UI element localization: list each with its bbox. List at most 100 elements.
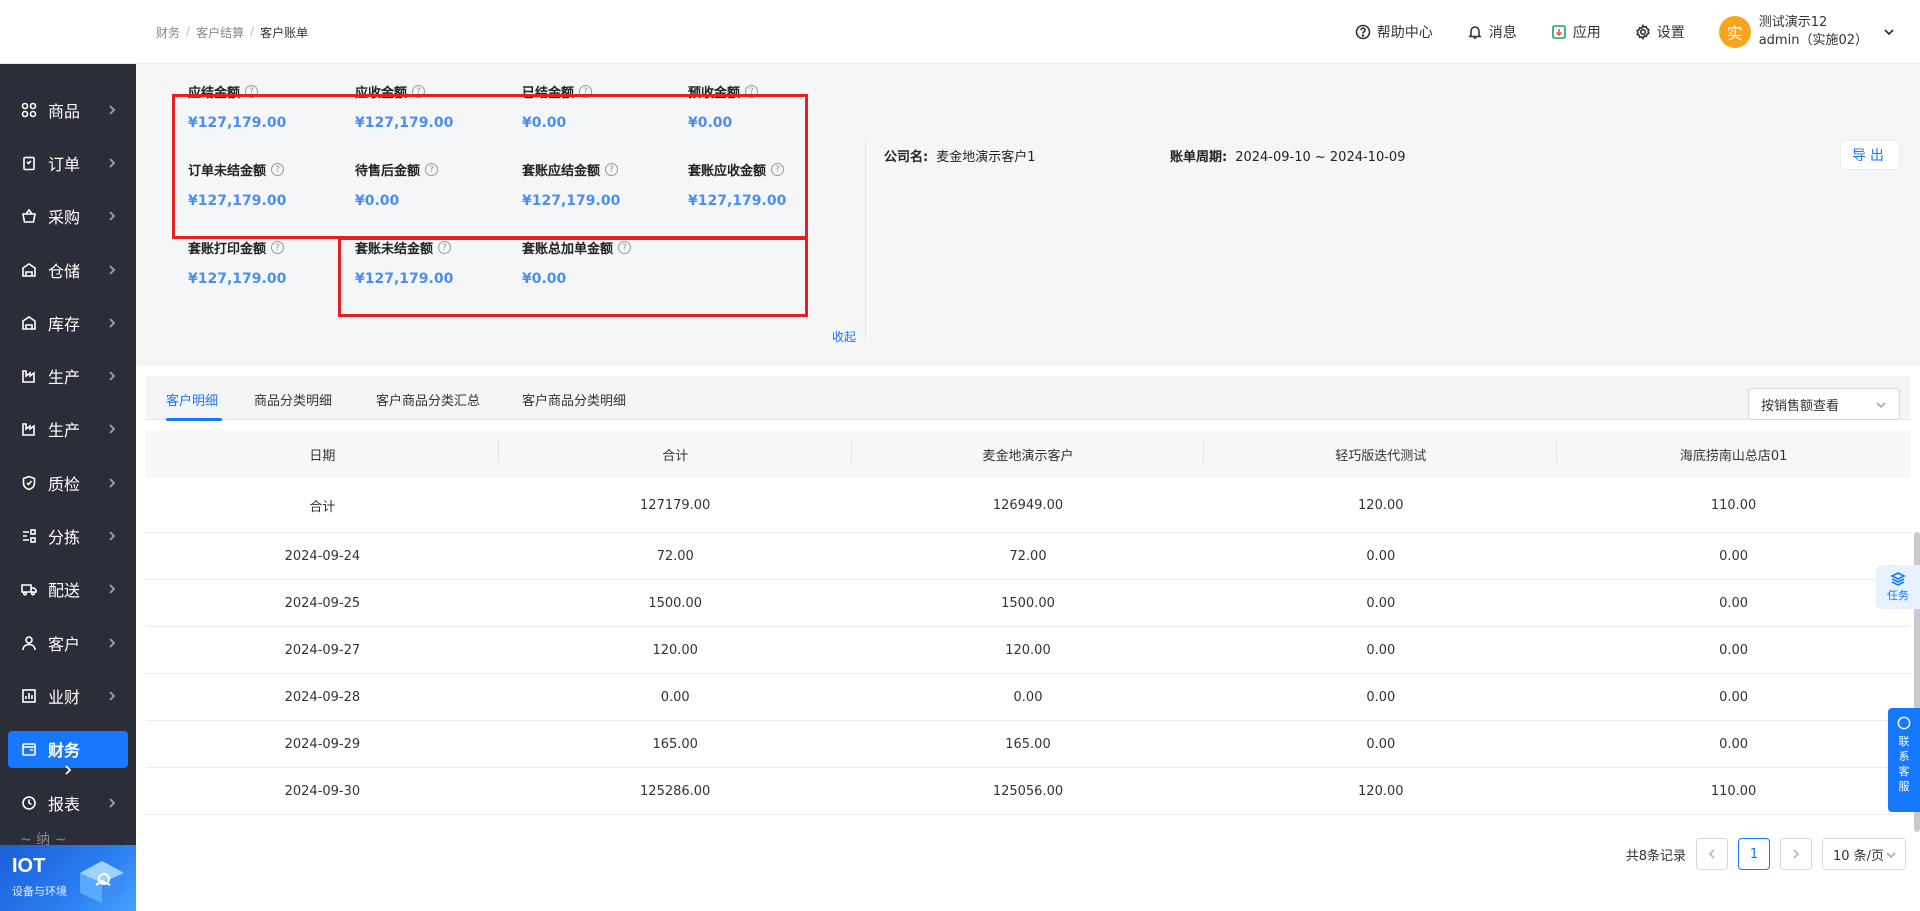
sidebar-item-label: 分拣: [48, 528, 81, 548]
sidebar-item-label: 仓储: [48, 261, 81, 281]
table-cell: 120.00: [652, 642, 698, 658]
iot-subtitle: 设备与环境: [12, 885, 67, 898]
export-button[interactable]: 导出: [1840, 140, 1900, 170]
data-table: 日期 合计 麦金地演示客户 轻巧版迭代测试 海底捞南山总店01 合计 12717…: [146, 430, 1910, 815]
iot-device-icon: [80, 861, 124, 903]
service-char: 客: [1898, 765, 1910, 778]
sidebar-item-label: 报表: [48, 794, 81, 814]
column-header: 麦金地演示客户: [852, 438, 1205, 464]
table-row: 2024-09-27 120.00 120.00 0.00 0.00: [146, 627, 1910, 674]
table-cell: 0.00: [1013, 689, 1043, 705]
gear-icon: [1635, 24, 1650, 40]
table-cell: 0.00: [1719, 736, 1749, 752]
chevron-right-icon: [106, 690, 118, 702]
chevron-right-icon: [106, 583, 118, 595]
question-icon[interactable]: ?: [271, 241, 285, 254]
chevron-right-icon: [106, 264, 118, 276]
breadcrumb-item[interactable]: 财务: [156, 24, 180, 41]
chevron-right-icon: [106, 104, 118, 116]
view-mode-value: 按销售额查看: [1761, 398, 1840, 414]
active-tab-indicator: [166, 418, 222, 421]
user-name: 测试演示12: [1758, 15, 1828, 30]
sidebar-item-label: 生产: [48, 421, 81, 441]
sidebar: 商品 订单 采购 仓储 库存 生产 生产 质检 分拣 配送 客户 业财 财务 报…: [0, 0, 136, 911]
table-cell: 125056.00: [992, 783, 1064, 799]
sidebar-item-inventory[interactable]: 库存: [0, 296, 136, 349]
settings-button[interactable]: 设置: [1635, 22, 1685, 42]
view-mode-select[interactable]: 按销售额查看: [1748, 388, 1900, 420]
period-value: 2024-09-10 ~ 2024-10-09: [1235, 150, 1406, 165]
tab-customer-goods-summary[interactable]: 客户商品分类汇总: [376, 390, 480, 409]
sidebar-item-storage[interactable]: 仓储: [0, 243, 136, 296]
table-cell: 0.00: [1719, 595, 1749, 611]
tab-customer-detail[interactable]: 客户明细: [166, 390, 218, 409]
chevron-right-icon: [106, 797, 118, 809]
table-cell: 0.00: [1366, 548, 1396, 564]
user-info: 测试演示12 admin（实施02）: [1759, 14, 1868, 50]
table-header: 日期 合计 麦金地演示客户 轻巧版迭代测试 海底捞南山总店01: [146, 430, 1910, 478]
chevron-right-icon: [106, 157, 118, 169]
tab-goods-category-detail[interactable]: 商品分类明细: [254, 390, 332, 409]
sidebar-item-quality[interactable]: 质检: [0, 456, 136, 509]
sidebar-item-business-finance[interactable]: 业财: [0, 669, 136, 722]
column-header: 轻巧版迭代测试: [1204, 438, 1557, 464]
sidebar-item-label: 订单: [48, 154, 81, 174]
truck-icon: [20, 580, 38, 598]
iot-banner[interactable]: IOT 设备与环境: [0, 845, 136, 911]
breadcrumb-separator: /: [250, 24, 255, 38]
messages-button[interactable]: 消息: [1467, 22, 1517, 42]
metric-label: 套账打印金额?: [188, 238, 286, 257]
breadcrumb: 财务 / 客户结算 / 客户账单: [156, 24, 308, 41]
user-icon: [20, 634, 38, 652]
sidebar-item-purchase[interactable]: 采购: [0, 190, 136, 243]
metric-set-print: 套账打印金额? ¥127,179.00: [188, 238, 286, 287]
prev-page-button[interactable]: [1696, 838, 1728, 870]
sidebar-item-delivery[interactable]: 配送: [0, 563, 136, 616]
sidebar-item-sorting[interactable]: 分拣: [0, 509, 136, 562]
chevron-right-icon: [106, 637, 118, 649]
topbar: 财务 / 客户结算 / 客户账单 帮助中心 消息 应用 设置 实 测试演示12 …: [136, 0, 1920, 64]
sidebar-item-goods[interactable]: 商品: [0, 83, 136, 136]
sidebar-item-reports[interactable]: 报表: [0, 776, 136, 829]
metric-value: ¥127,179.00: [188, 271, 287, 287]
company-value: 麦金地演示客户1: [936, 150, 1036, 165]
page-size-select[interactable]: 10 条/页: [1822, 838, 1906, 870]
sidebar-item-label: 配送: [48, 581, 81, 601]
tab-customer-goods-detail[interactable]: 客户商品分类明细: [522, 390, 626, 409]
table-cell: 110.00: [1710, 497, 1757, 513]
apps-button[interactable]: 应用: [1551, 22, 1601, 42]
user-account: admin（实施02）: [1758, 33, 1868, 48]
chevron-down-icon: [1886, 852, 1896, 859]
factory-icon: [20, 367, 38, 385]
breadcrumb-item[interactable]: 客户结算: [196, 24, 244, 41]
sidebar-item-label: 库存: [48, 314, 81, 334]
period-info: 账单周期: 2024-09-10 ~ 2024-10-09: [1170, 146, 1405, 165]
sidebar-item-orders[interactable]: 订单: [0, 136, 136, 189]
company-label: 公司名:: [884, 150, 929, 165]
column-header: 海底捞南山总店01: [1679, 448, 1788, 464]
table-cell: 2024-09-24: [284, 548, 361, 564]
help-center-label: 帮助中心: [1376, 25, 1433, 41]
sidebar-item-production-2[interactable]: 生产: [0, 403, 136, 456]
table-row: 2024-09-29 165.00 165.00 0.00 0.00: [146, 721, 1910, 768]
layers-icon: [1890, 572, 1906, 586]
page-number-button[interactable]: 1: [1738, 838, 1770, 870]
contact-service-button[interactable]: 联 系 客 服: [1888, 708, 1920, 812]
user-menu[interactable]: 实 测试演示12 admin（实施02）: [1718, 14, 1896, 50]
table-cell: 165.00: [1005, 736, 1051, 752]
settings-label: 设置: [1656, 25, 1685, 41]
task-float-button[interactable]: 任务: [1876, 565, 1920, 609]
collapse-link[interactable]: 收起: [832, 328, 856, 345]
sidebar-item-customer[interactable]: 客户: [0, 616, 136, 669]
sort-icon: [20, 527, 38, 545]
table-row: 合计 127179.00 126949.00 120.00 110.00: [146, 478, 1910, 533]
table-cell: 2024-09-27: [284, 642, 361, 658]
help-center-button[interactable]: 帮助中心: [1355, 22, 1433, 42]
sidebar-item-production[interactable]: 生产: [0, 349, 136, 402]
sidebar-menu: 商品 订单 采购 仓储 库存 生产 生产 质检 分拣 配送 客户 业财 财务 报…: [0, 64, 136, 851]
sidebar-item-finance[interactable]: 财务: [0, 723, 136, 776]
sidebar-item-label: 生产: [48, 368, 81, 388]
logo-area: [0, 0, 136, 64]
messages-label: 消息: [1488, 25, 1517, 41]
next-page-button[interactable]: [1780, 838, 1812, 870]
